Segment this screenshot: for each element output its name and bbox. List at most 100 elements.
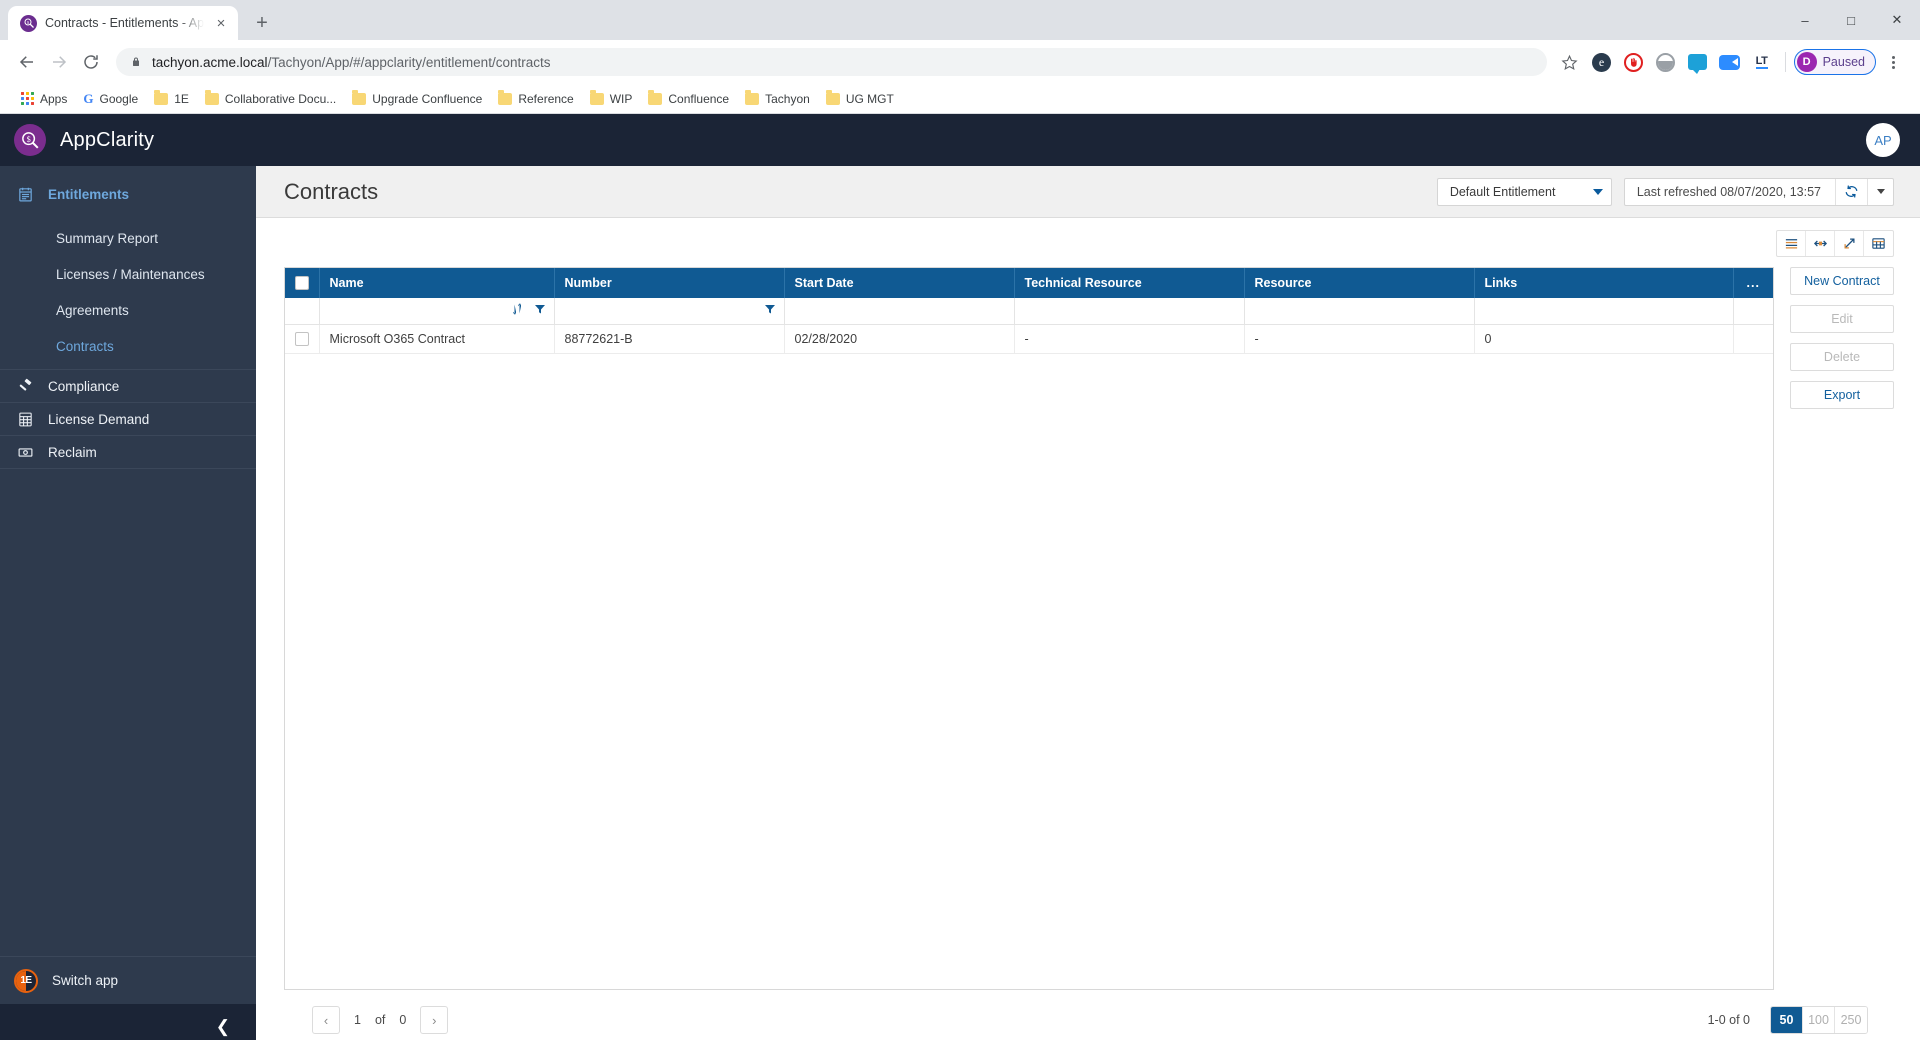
- column-header-number[interactable]: Number: [554, 268, 785, 298]
- new-contract-button[interactable]: New Contract: [1790, 267, 1894, 295]
- sidebar-item-license-demand[interactable]: License Demand: [0, 402, 256, 435]
- close-window-button[interactable]: ✕: [1874, 0, 1920, 40]
- export-button[interactable]: Export: [1790, 381, 1894, 409]
- filter-cell-technical-resource[interactable]: [1014, 298, 1245, 325]
- column-options-icon[interactable]: ...: [1733, 268, 1773, 298]
- switch-app-button[interactable]: 1E Switch app: [0, 956, 256, 1004]
- grayscale-extension-icon[interactable]: [1651, 47, 1681, 77]
- reload-icon[interactable]: [76, 47, 106, 77]
- filter-cell-start-date[interactable]: [784, 298, 1015, 325]
- filter-cell-select: [285, 298, 320, 325]
- chat-extension-icon[interactable]: [1683, 47, 1713, 77]
- bookmark-collaborative-docu[interactable]: Collaborative Docu...: [197, 89, 344, 109]
- url-host: tachyon.acme.local: [152, 54, 268, 70]
- sidebar-item-compliance[interactable]: Compliance: [0, 369, 256, 402]
- total-pages-value: 0: [399, 1013, 407, 1027]
- refresh-icon[interactable]: [1835, 178, 1867, 205]
- select-all-checkbox[interactable]: [294, 276, 309, 291]
- column-header-links[interactable]: Links: [1474, 268, 1734, 298]
- sort-icon[interactable]: [511, 302, 523, 320]
- folder-icon: [498, 89, 513, 105]
- folder-icon: [745, 89, 760, 105]
- browser-tab-contracts[interactable]: $ Contracts - Entitlements - AppCla ×: [8, 6, 238, 40]
- expand-icon[interactable]: [1835, 231, 1864, 256]
- current-page-value[interactable]: 1: [354, 1013, 361, 1027]
- refresh-options-button[interactable]: [1867, 178, 1893, 205]
- url-path: /Tachyon/App/#/appclarity/entitlement/co…: [267, 54, 551, 70]
- profile-chip[interactable]: D Paused: [1793, 47, 1876, 77]
- select-all-header[interactable]: [285, 268, 320, 298]
- chevron-down-icon: [1876, 189, 1885, 194]
- bookmark-ug-mgt[interactable]: UG MGT: [818, 89, 902, 109]
- bookmark-label: 1E: [174, 91, 189, 106]
- folder-icon: [648, 89, 663, 105]
- next-page-button[interactable]: ›: [420, 1006, 449, 1034]
- table-row[interactable]: Microsoft O365 Contract 88772621-B 02/28…: [285, 324, 1773, 354]
- filter-cell-links[interactable]: [1474, 298, 1734, 325]
- bookmark-reference[interactable]: Reference: [490, 89, 581, 109]
- columns-icon[interactable]: [1864, 231, 1893, 256]
- sidebar-item-entitlements[interactable]: Entitlements: [0, 173, 256, 215]
- languagetool-extension-icon[interactable]: LT: [1747, 47, 1777, 77]
- avatar[interactable]: AP: [1866, 123, 1900, 157]
- row-select-cell[interactable]: [285, 324, 320, 354]
- filter-icon[interactable]: [534, 302, 546, 320]
- sidebar-item-licenses-maintenances[interactable]: Licenses / Maintenances: [0, 261, 256, 287]
- tab-title: Contracts - Entitlements - AppCla: [45, 16, 204, 30]
- adblock-extension-icon[interactable]: [1619, 47, 1649, 77]
- page-size-50[interactable]: 50: [1771, 1007, 1803, 1033]
- row-checkbox[interactable]: [294, 331, 309, 346]
- sidebar-collapse-button[interactable]: ❮: [0, 1004, 256, 1040]
- bookmark-confluence[interactable]: Confluence: [640, 89, 737, 109]
- maximize-window-button[interactable]: □: [1828, 0, 1874, 40]
- profile-avatar: D: [1796, 52, 1817, 72]
- bookmark-1e[interactable]: 1E: [146, 89, 197, 109]
- column-header-resource[interactable]: Resource: [1244, 268, 1475, 298]
- fit-width-icon[interactable]: [1806, 231, 1835, 256]
- of-label: of: [374, 1013, 386, 1027]
- previous-page-button[interactable]: ‹: [312, 1006, 340, 1034]
- sidebar-item-reclaim[interactable]: Reclaim: [0, 435, 256, 468]
- entitlement-select[interactable]: Default Entitlement: [1436, 177, 1612, 206]
- filter-cell-options: [1733, 298, 1773, 325]
- sidebar-item-contracts[interactable]: Contracts: [0, 333, 256, 359]
- tab-close-icon[interactable]: ×: [212, 14, 230, 32]
- gavel-icon: [16, 377, 34, 395]
- filter-cell-number[interactable]: [554, 298, 785, 325]
- filter-cell-resource[interactable]: [1244, 298, 1475, 325]
- bookmark-wip[interactable]: WIP: [582, 89, 641, 109]
- evernote-extension-icon[interactable]: e: [1587, 47, 1617, 77]
- lock-icon: [130, 55, 142, 69]
- filter-icon[interactable]: [764, 302, 776, 320]
- column-header-start-date[interactable]: Start Date: [784, 268, 1015, 298]
- page-size-250[interactable]: 250: [1835, 1007, 1867, 1033]
- apps-grid-icon: [20, 92, 34, 106]
- bookmark-apps[interactable]: Apps: [12, 89, 75, 109]
- list-view-icon[interactable]: [1777, 231, 1806, 256]
- address-bar[interactable]: tachyon.acme.local/Tachyon/App/#/appclar…: [116, 48, 1547, 76]
- filter-cell-name[interactable]: [319, 298, 555, 325]
- forward-icon[interactable]: [44, 47, 74, 77]
- google-icon: G: [83, 90, 94, 106]
- page-size-100[interactable]: 100: [1803, 1007, 1835, 1033]
- zoom-extension-icon[interactable]: [1715, 47, 1745, 77]
- column-header-technical-resource[interactable]: Technical Resource: [1014, 268, 1245, 298]
- sidebar-item-agreements[interactable]: Agreements: [0, 297, 256, 323]
- bookmark-tachyon[interactable]: Tachyon: [737, 89, 818, 109]
- back-icon[interactable]: [12, 47, 42, 77]
- brand-header: $ AppClarity: [0, 114, 256, 166]
- switch-app-label: Switch app: [52, 973, 119, 988]
- sidebar-label: Contracts: [56, 338, 114, 354]
- record-range-label: 1-0 of 0: [1707, 1013, 1750, 1027]
- new-tab-button[interactable]: +: [248, 9, 276, 37]
- refresh-control: Last refreshed 08/07/2020, 13:57: [1623, 177, 1894, 206]
- bookmark-star-icon[interactable]: [1555, 47, 1585, 77]
- minimize-window-button[interactable]: –: [1782, 0, 1828, 40]
- bookmark-google[interactable]: G Google: [75, 88, 146, 110]
- sidebar-item-summary-report[interactable]: Summary Report: [0, 225, 256, 251]
- column-header-name[interactable]: Name: [319, 268, 555, 298]
- bookmark-upgrade-confluence[interactable]: Upgrade Confluence: [344, 89, 490, 109]
- kebab-menu-icon[interactable]: [1878, 47, 1908, 77]
- 1e-logo-icon: 1E: [14, 968, 38, 993]
- grid-empty-space: [285, 353, 1773, 989]
